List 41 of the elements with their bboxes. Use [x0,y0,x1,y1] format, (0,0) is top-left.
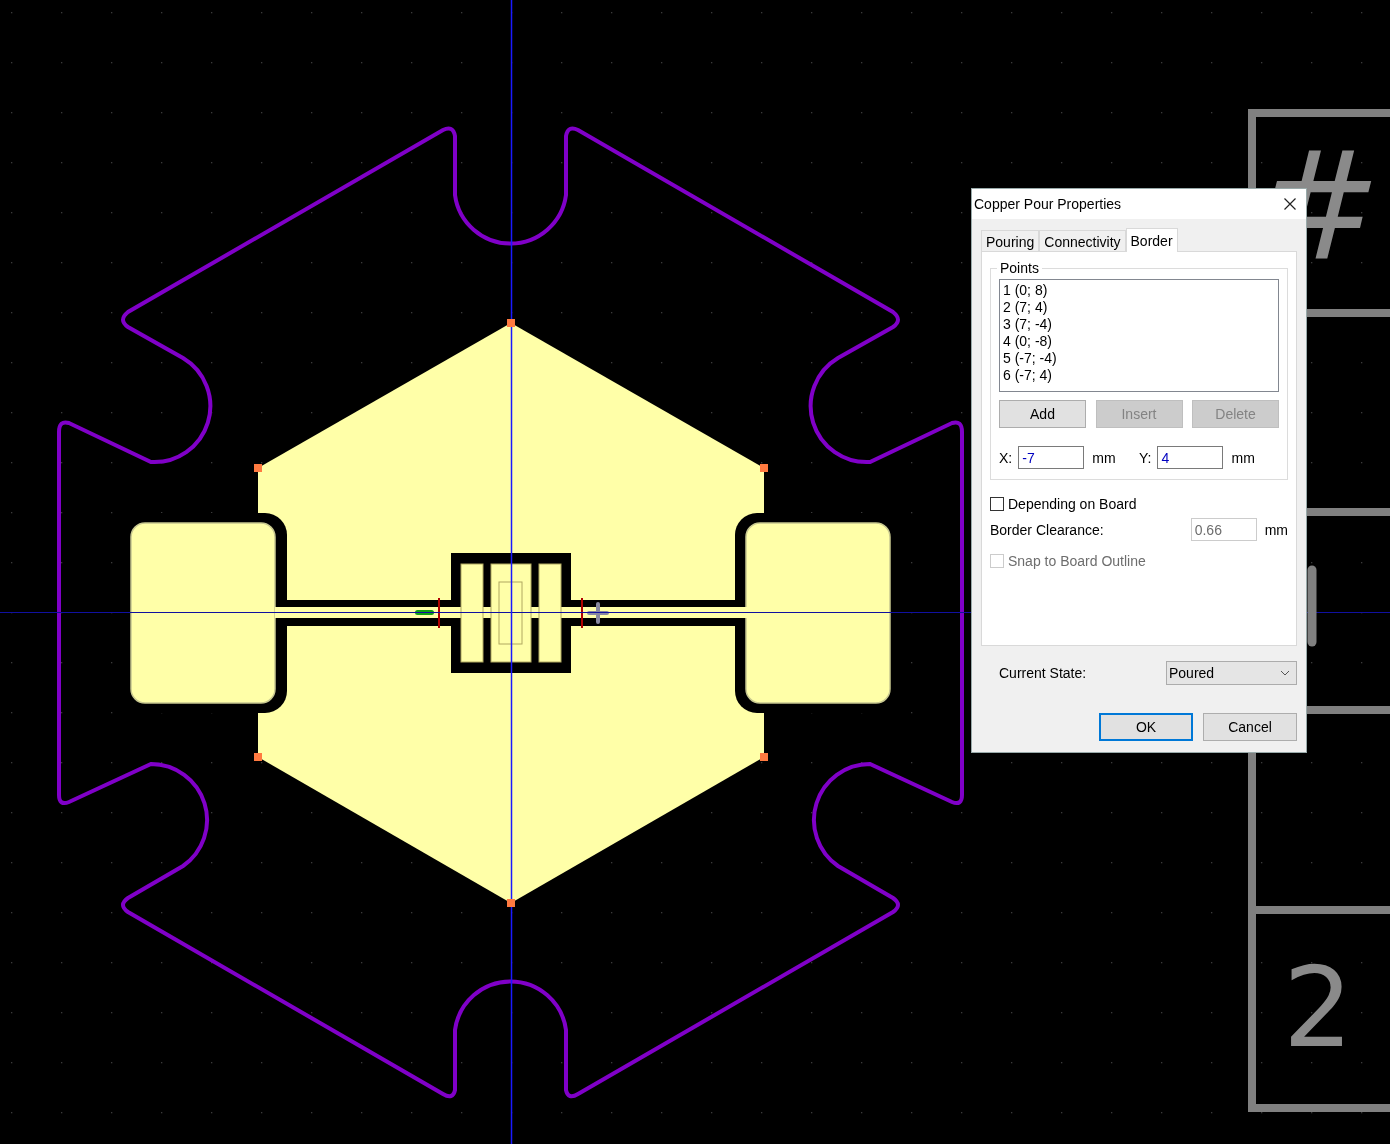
tab[interactable]: Border [1125,228,1178,252]
vertex-handle[interactable] [507,319,515,327]
list-item[interactable]: 4 (0; -8) [1002,333,1276,350]
field-label: Border Clearance: [990,521,1105,538]
pin-marker [581,597,583,629]
vertex-handle[interactable] [760,464,768,472]
list-item[interactable]: 1 (0; 8) [1002,282,1276,299]
state-dropdown[interactable]: Poured [1166,661,1297,685]
vertex-handle[interactable] [760,753,768,761]
checkbox-label: Snap to Board Outline [1008,553,1146,569]
list-item[interactable]: 5 (-7; -4) [1002,350,1276,367]
vertex-handle[interactable] [507,899,515,907]
point-button[interactable]: Add [999,400,1086,428]
checkbox[interactable] [990,497,1004,511]
close-icon[interactable] [1284,198,1296,210]
plus-mark [587,602,609,624]
tab[interactable]: Connectivity [1039,230,1126,251]
silkscreen-text: 2 [1283,944,1353,1072]
checkbox-label: Depending on Board [1008,496,1137,512]
unit-label: mm [1092,449,1116,466]
vertex-handle[interactable] [254,464,262,472]
unit-label: mm [1231,449,1255,466]
minus-mark [415,610,434,615]
field-label: Y: [1139,449,1152,466]
pin-marker [438,597,440,629]
list-item[interactable]: 3 (7; -4) [1002,316,1276,333]
field-label: Current State: [999,665,1088,681]
dialog-button[interactable]: Cancel [1203,713,1297,741]
vertex-handle[interactable] [254,753,262,761]
list-item[interactable]: 2 (7; 4) [1002,299,1276,316]
list-item[interactable]: 6 (-7; 4) [1002,367,1276,384]
tab[interactable]: Pouring [981,230,1040,251]
field-label: X: [999,449,1013,466]
dialog-button[interactable]: OK [1099,713,1193,741]
group-title: Points [999,260,1040,276]
window-title: Copper Pour Properties [974,196,1122,212]
input-field[interactable]: -7 [1018,446,1085,469]
points-list[interactable]: 1 (0; 8) 2 (7; 4) 3 (7; -4) 4 (0; -8) 5 (-7; -4) 6 (-7; 4) [999,279,1279,392]
unit-label: mm [1264,521,1288,538]
chevron-down-icon [1280,670,1290,676]
input-field[interactable]: 4 [1157,446,1224,469]
